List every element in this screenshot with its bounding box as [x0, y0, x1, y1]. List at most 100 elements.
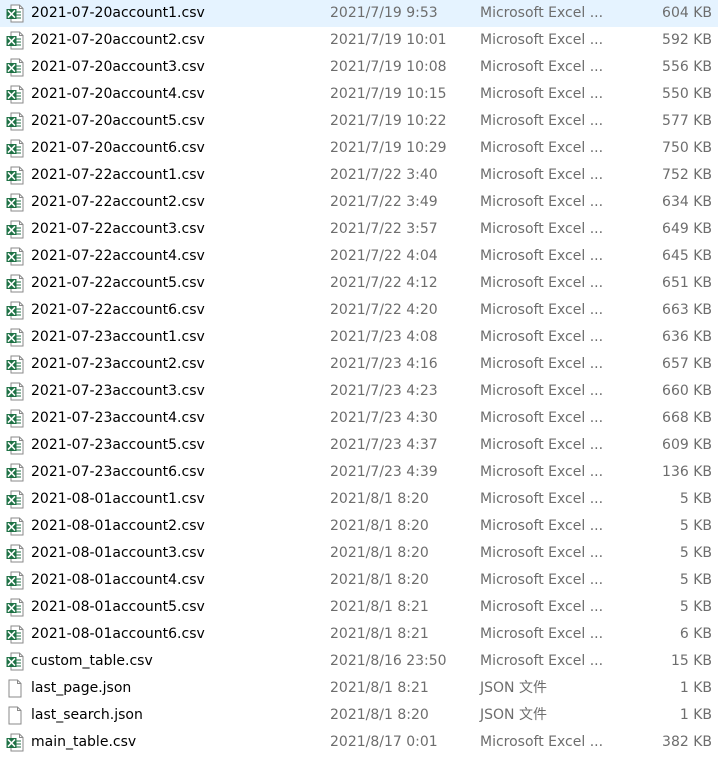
file-row[interactable]: 2021-07-22account4.csv 2021/7/22 4:04 Mi… — [0, 243, 718, 270]
file-name: main_table.csv — [31, 734, 137, 750]
file-modified-date: 2021/7/19 10:01 — [330, 32, 447, 48]
file-type: Microsoft Excel ... — [480, 113, 604, 129]
excel-csv-icon — [6, 733, 24, 752]
file-row[interactable]: 2021-08-01account2.csv 2021/8/1 8:20 Mic… — [0, 513, 718, 540]
file-row[interactable]: 2021-07-20account1.csv 2021/7/19 9:53 Mi… — [0, 0, 718, 27]
file-row[interactable]: last_page.json 2021/8/1 8:21 JSON 文件 1 K… — [0, 675, 718, 702]
file-modified-date: 2021/7/23 4:39 — [330, 464, 438, 480]
file-size: 750 KB — [662, 140, 712, 156]
file-modified-date: 2021/7/19 10:29 — [330, 140, 447, 156]
file-row[interactable]: 2021-08-01account5.csv 2021/8/1 8:21 Mic… — [0, 594, 718, 621]
file-size: 550 KB — [662, 86, 712, 102]
file-size: 6 KB — [679, 626, 712, 642]
file-size: 1 KB — [679, 707, 712, 723]
file-type: Microsoft Excel ... — [480, 437, 604, 453]
file-row[interactable]: 2021-07-23account2.csv 2021/7/23 4:16 Mi… — [0, 351, 718, 378]
file-modified-date: 2021/7/19 9:53 — [330, 5, 438, 21]
file-row[interactable]: 2021-07-22account5.csv 2021/7/22 4:12 Mi… — [0, 270, 718, 297]
file-row[interactable]: 2021-07-23account3.csv 2021/7/23 4:23 Mi… — [0, 378, 718, 405]
excel-csv-icon — [6, 328, 24, 347]
file-size: 657 KB — [662, 356, 712, 372]
file-modified-date: 2021/8/1 8:21 — [330, 626, 429, 642]
excel-csv-icon — [6, 436, 24, 455]
file-name: 2021-07-23account5.csv — [31, 437, 205, 453]
file-row[interactable]: 2021-07-23account4.csv 2021/7/23 4:30 Mi… — [0, 405, 718, 432]
file-modified-date: 2021/8/1 8:21 — [330, 680, 429, 696]
excel-csv-icon — [6, 301, 24, 320]
file-size: 752 KB — [662, 167, 712, 183]
file-name: 2021-07-22account3.csv — [31, 221, 205, 237]
file-size: 5 KB — [679, 599, 712, 615]
file-row[interactable]: 2021-07-23account6.csv 2021/7/23 4:39 Mi… — [0, 459, 718, 486]
file-type: JSON 文件 — [480, 680, 547, 696]
file-modified-date: 2021/8/1 8:21 — [330, 599, 429, 615]
blank-file-icon — [6, 706, 24, 725]
file-name: 2021-08-01account2.csv — [31, 518, 205, 534]
file-row[interactable]: 2021-08-01account4.csv 2021/8/1 8:20 Mic… — [0, 567, 718, 594]
file-row[interactable]: 2021-07-22account2.csv 2021/7/22 3:49 Mi… — [0, 189, 718, 216]
file-row[interactable]: 2021-08-01account3.csv 2021/8/1 8:20 Mic… — [0, 540, 718, 567]
file-type: Microsoft Excel ... — [480, 275, 604, 291]
file-type: Microsoft Excel ... — [480, 140, 604, 156]
file-row[interactable]: last_search.json 2021/8/1 8:20 JSON 文件 1… — [0, 702, 718, 729]
file-size: 668 KB — [662, 410, 712, 426]
file-modified-date: 2021/7/23 4:16 — [330, 356, 438, 372]
file-list: 2021-07-20account1.csv 2021/7/19 9:53 Mi… — [0, 0, 718, 756]
file-modified-date: 2021/8/1 8:20 — [330, 572, 429, 588]
file-type: Microsoft Excel ... — [480, 491, 604, 507]
excel-csv-icon — [6, 544, 24, 563]
excel-csv-icon — [6, 625, 24, 644]
file-row[interactable]: 2021-07-20account5.csv 2021/7/19 10:22 M… — [0, 108, 718, 135]
file-name: 2021-08-01account4.csv — [31, 572, 205, 588]
file-type: Microsoft Excel ... — [480, 86, 604, 102]
file-row[interactable]: 2021-07-20account6.csv 2021/7/19 10:29 M… — [0, 135, 718, 162]
file-modified-date: 2021/7/19 10:22 — [330, 113, 447, 129]
file-type: Microsoft Excel ... — [480, 248, 604, 264]
file-name: 2021-07-22account1.csv — [31, 167, 205, 183]
file-type: Microsoft Excel ... — [480, 356, 604, 372]
file-name: 2021-07-20account2.csv — [31, 32, 205, 48]
file-row[interactable]: 2021-07-22account3.csv 2021/7/22 3:57 Mi… — [0, 216, 718, 243]
file-row[interactable]: 2021-07-20account3.csv 2021/7/19 10:08 M… — [0, 54, 718, 81]
file-size: 1 KB — [679, 680, 712, 696]
file-size: 636 KB — [662, 329, 712, 345]
excel-csv-icon — [6, 517, 24, 536]
file-name: last_search.json — [31, 707, 143, 723]
file-size: 5 KB — [679, 491, 712, 507]
file-row[interactable]: custom_table.csv 2021/8/16 23:50 Microso… — [0, 648, 718, 675]
file-row[interactable]: 2021-07-20account4.csv 2021/7/19 10:15 M… — [0, 81, 718, 108]
file-modified-date: 2021/8/16 23:50 — [330, 653, 447, 669]
file-modified-date: 2021/7/19 10:15 — [330, 86, 447, 102]
file-row[interactable]: 2021-07-22account1.csv 2021/7/22 3:40 Mi… — [0, 162, 718, 189]
file-type: Microsoft Excel ... — [480, 653, 604, 669]
file-size: 136 KB — [662, 464, 712, 480]
excel-csv-icon — [6, 31, 24, 50]
excel-csv-icon — [6, 355, 24, 374]
file-size: 660 KB — [662, 383, 712, 399]
file-type: Microsoft Excel ... — [480, 5, 604, 21]
file-size: 577 KB — [662, 113, 712, 129]
file-row[interactable]: 2021-08-01account1.csv 2021/8/1 8:20 Mic… — [0, 486, 718, 513]
file-size: 5 KB — [679, 572, 712, 588]
file-type: Microsoft Excel ... — [480, 59, 604, 75]
file-row[interactable]: 2021-07-22account6.csv 2021/7/22 4:20 Mi… — [0, 297, 718, 324]
file-modified-date: 2021/7/19 10:08 — [330, 59, 447, 75]
file-modified-date: 2021/7/22 4:12 — [330, 275, 438, 291]
excel-csv-icon — [6, 652, 24, 671]
file-row[interactable]: 2021-07-23account1.csv 2021/7/23 4:08 Mi… — [0, 324, 718, 351]
file-row[interactable]: 2021-07-20account2.csv 2021/7/19 10:01 M… — [0, 27, 718, 54]
file-size: 5 KB — [679, 518, 712, 534]
excel-csv-icon — [6, 193, 24, 212]
file-size: 663 KB — [662, 302, 712, 318]
file-modified-date: 2021/7/23 4:37 — [330, 437, 438, 453]
file-row[interactable]: 2021-07-23account5.csv 2021/7/23 4:37 Mi… — [0, 432, 718, 459]
file-modified-date: 2021/7/23 4:23 — [330, 383, 438, 399]
file-modified-date: 2021/7/22 4:20 — [330, 302, 438, 318]
file-row[interactable]: main_table.csv 2021/8/17 0:01 Microsoft … — [0, 729, 718, 756]
file-modified-date: 2021/8/1 8:20 — [330, 707, 429, 723]
excel-csv-icon — [6, 139, 24, 158]
file-modified-date: 2021/7/22 3:57 — [330, 221, 438, 237]
file-name: 2021-07-23account4.csv — [31, 410, 205, 426]
file-name: 2021-08-01account1.csv — [31, 491, 205, 507]
file-row[interactable]: 2021-08-01account6.csv 2021/8/1 8:21 Mic… — [0, 621, 718, 648]
